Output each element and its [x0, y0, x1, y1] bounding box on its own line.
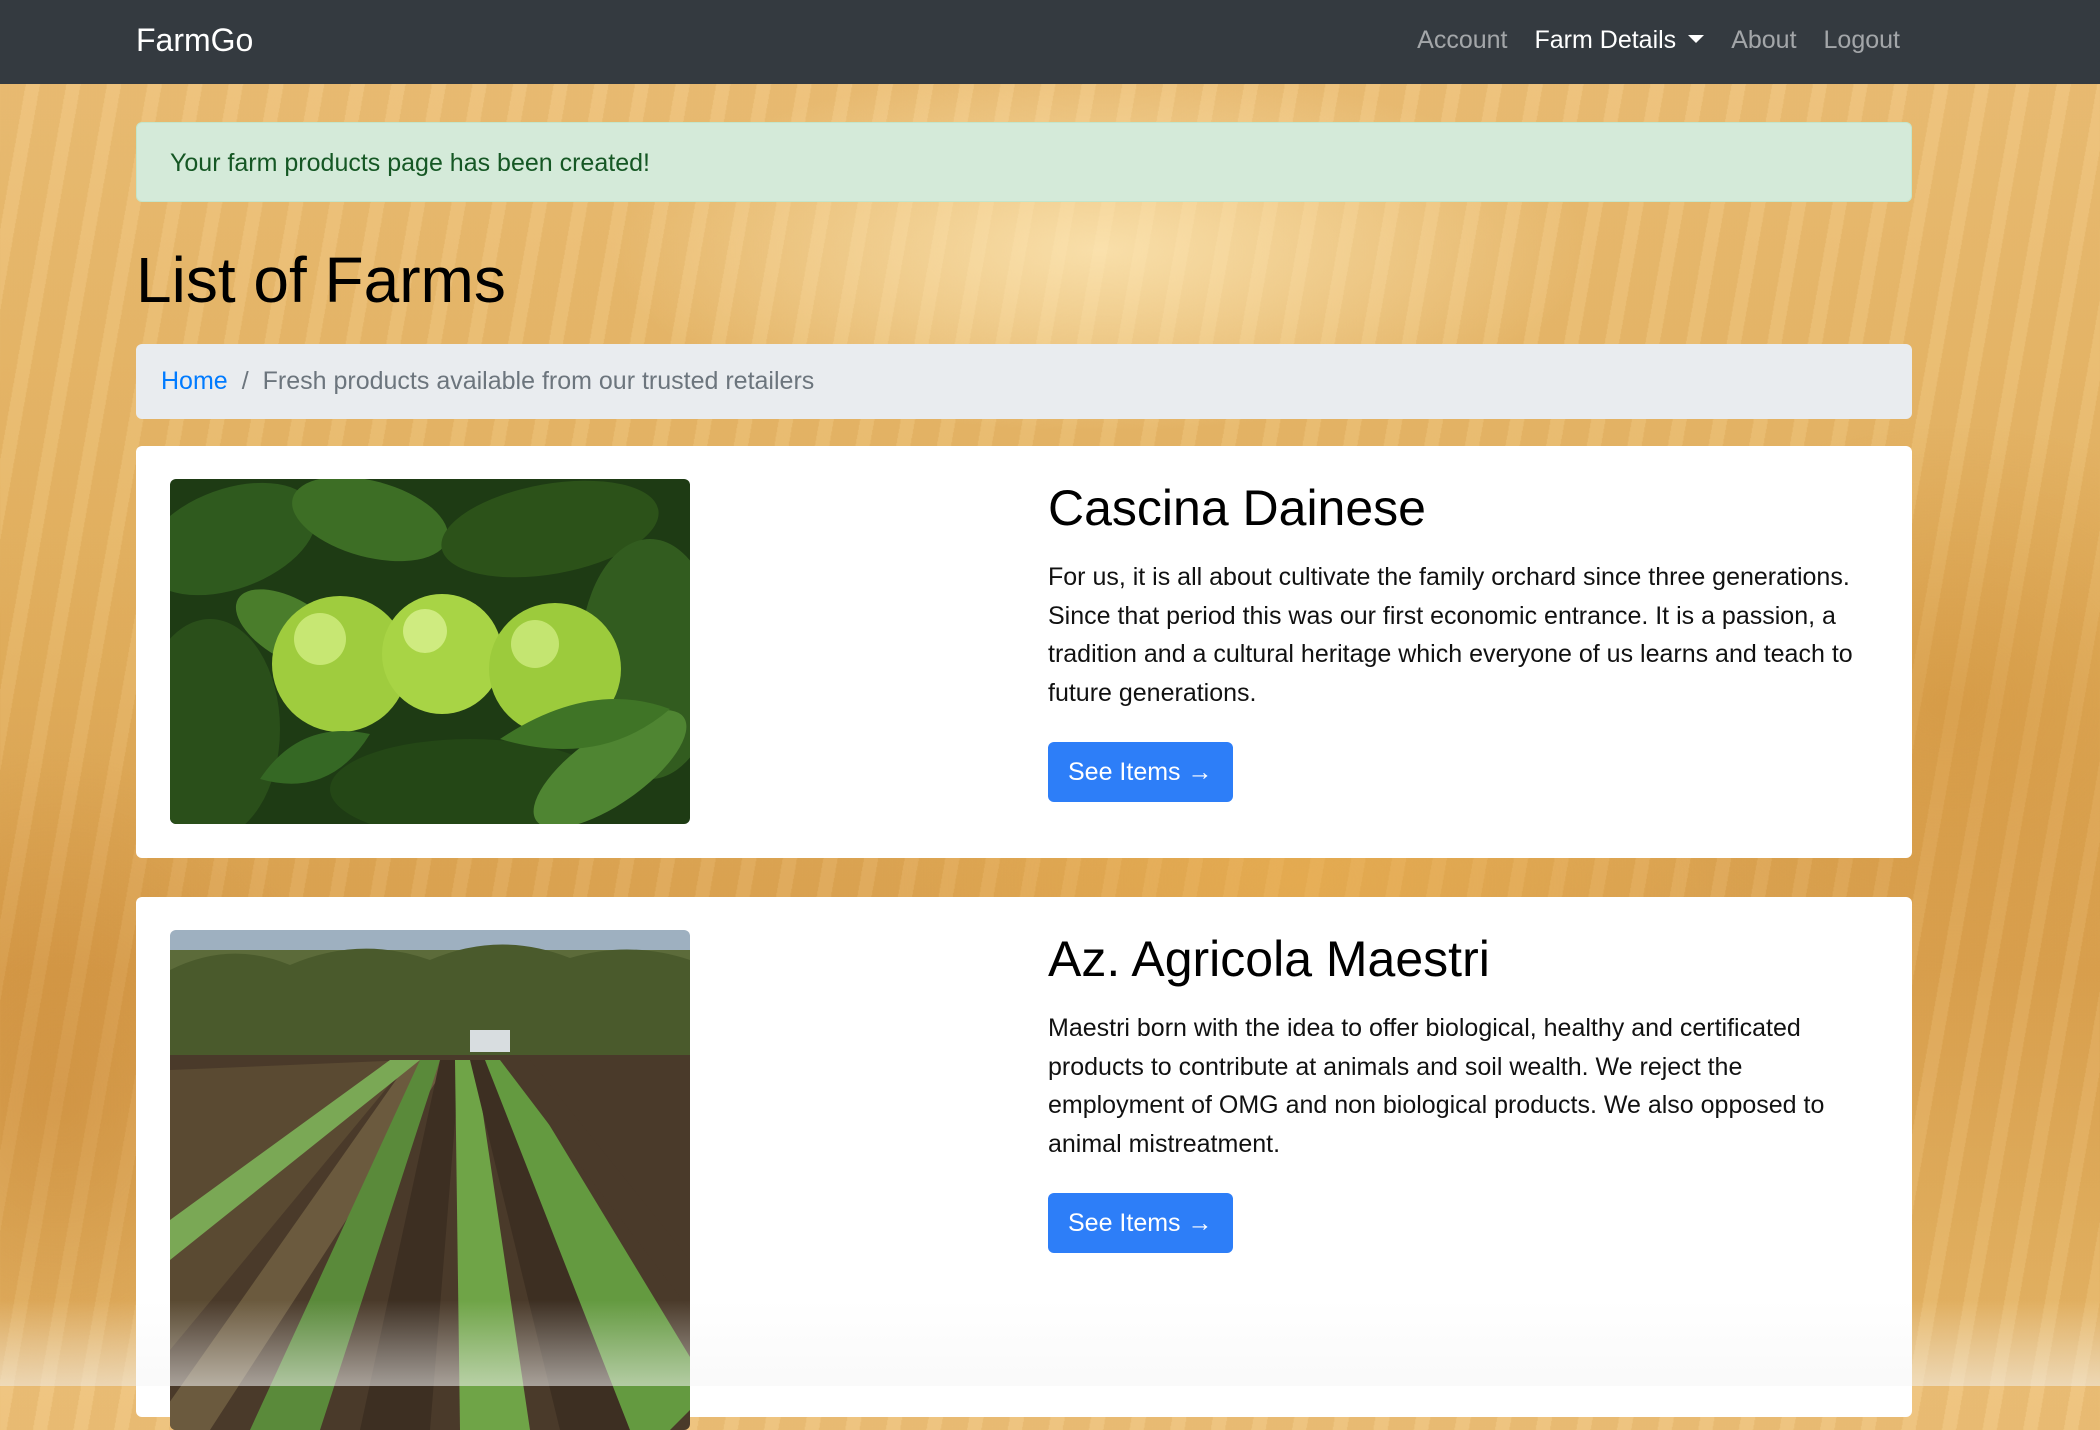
success-alert: Your farm products page has been created…: [136, 122, 1912, 202]
breadcrumb-separator: /: [241, 367, 249, 395]
see-items-button[interactable]: See Items →: [1048, 1193, 1233, 1253]
farm-card: Az. Agricola Maestri Maestri born with t…: [136, 897, 1912, 1430]
nav-links: Account Farm Details About Logout: [1417, 18, 1900, 62]
farm-name: Az. Agricola Maestri: [1048, 931, 1490, 987]
breadcrumb-current: Fresh products available from our truste…: [262, 367, 815, 395]
see-items-button[interactable]: See Items →: [1048, 742, 1233, 802]
nav-link-account[interactable]: Account: [1417, 18, 1507, 62]
breadcrumb: Home / Fresh products available from our…: [136, 344, 1912, 419]
farm-description: Maestri born with the idea to offer biol…: [1048, 1014, 1825, 1158]
farm-image-field-rows: [170, 930, 690, 1430]
top-navbar: FarmGo Account Farm Details About Logout: [0, 0, 2100, 84]
caret-down-icon: [1688, 35, 1705, 43]
page-title: List of Farms: [136, 244, 506, 316]
farm-card-body: Cascina Dainese For us, it is all about …: [1048, 478, 1878, 802]
farm-card: Cascina Dainese For us, it is all about …: [136, 446, 1912, 858]
farm-description: For us, it is all about cultivate the fa…: [1048, 563, 1853, 707]
nav-link-about[interactable]: About: [1731, 18, 1796, 62]
nav-link-logout[interactable]: Logout: [1824, 18, 1900, 62]
farm-card-body: Az. Agricola Maestri Maestri born with t…: [1048, 929, 1878, 1253]
breadcrumb-home-link[interactable]: Home: [161, 367, 228, 396]
nav-dropdown-farm-details[interactable]: Farm Details: [1535, 18, 1705, 62]
farm-name: Cascina Dainese: [1048, 480, 1426, 536]
nav-dropdown-label: Farm Details: [1534, 26, 1677, 54]
farm-image-apples: [170, 479, 690, 824]
brand-logo[interactable]: FarmGo: [136, 18, 253, 62]
